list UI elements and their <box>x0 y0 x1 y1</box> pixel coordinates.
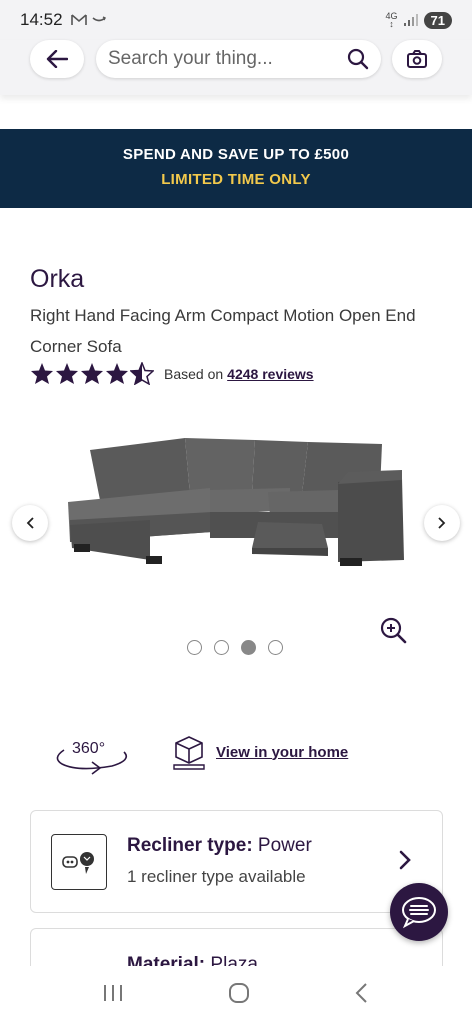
recliner-type-subtitle: 1 recliner type available <box>127 867 306 886</box>
promo-headline: SPEND AND SAVE UP TO £500 <box>122 146 350 163</box>
home-circle-icon <box>228 982 249 1003</box>
star-full-icon <box>106 363 128 384</box>
chevron-right-icon <box>438 517 446 529</box>
chevron-left-icon <box>355 982 368 1003</box>
amazon-icon <box>92 16 106 22</box>
status-time: 14:52 <box>20 10 63 29</box>
chat-button[interactable] <box>390 883 448 941</box>
rating-row: Based on 4248 reviews <box>30 362 314 385</box>
signal-icon <box>403 14 418 26</box>
notification-icons <box>70 14 107 26</box>
ar-box-icon <box>173 736 205 770</box>
carousel-pagination <box>187 640 283 655</box>
search-icon[interactable] <box>347 48 369 70</box>
chevron-left-icon <box>26 517 34 529</box>
arrow-left-icon <box>46 50 68 68</box>
carousel-prev-button[interactable] <box>12 505 48 541</box>
carousel-next-button[interactable] <box>424 505 460 541</box>
visual-search-button[interactable] <box>392 40 442 78</box>
rotate-360-icon: 360° <box>56 740 128 775</box>
star-full-icon <box>81 363 103 384</box>
carousel-dot[interactable] <box>214 640 229 655</box>
view-360-button[interactable]: 360° <box>50 736 134 781</box>
sofa-image <box>68 438 404 566</box>
recliner-icon <box>51 834 107 890</box>
zoom-in-icon <box>380 617 407 644</box>
product-description: Right Hand Facing Arm Compact Motion Ope… <box>30 306 416 356</box>
view-in-home-label[interactable]: View in your home <box>216 744 348 761</box>
network-type: 4G ↕ <box>385 11 398 29</box>
chevron-right-icon <box>398 849 412 876</box>
zoom-button[interactable] <box>380 617 408 650</box>
system-navigation-bar <box>0 966 472 1024</box>
back-nav-button[interactable] <box>354 982 370 1009</box>
search-input[interactable] <box>108 48 328 70</box>
promo-subline: LIMITED TIME ONLY <box>161 171 311 188</box>
carousel-dot[interactable] <box>268 640 283 655</box>
product-image-carousel[interactable] <box>0 420 472 620</box>
star-full-icon <box>31 363 53 384</box>
recliner-type-value: Power <box>252 835 312 856</box>
recent-apps-icon <box>103 984 122 1001</box>
promo-banner[interactable]: SPEND AND SAVE UP TO £500 LIMITED TIME O… <box>0 129 472 208</box>
view-in-home-button[interactable]: View in your home <box>172 733 348 771</box>
status-bar: 14:52 4G ↕ 71 <box>0 0 472 40</box>
reviews-link[interactable]: 4248 reviews <box>227 366 313 382</box>
carousel-dot-active[interactable] <box>241 640 256 655</box>
carousel-dot[interactable] <box>187 640 202 655</box>
battery-indicator: 71 <box>423 11 452 29</box>
product-title: Orka <box>30 265 85 293</box>
recliner-type-label: Recliner type: <box>127 835 253 856</box>
star-half-icon <box>130 362 154 385</box>
star-full-icon <box>56 363 78 384</box>
recent-apps-button[interactable] <box>102 983 124 1008</box>
search-header <box>0 40 472 95</box>
rating-prefix: Based on <box>164 365 224 382</box>
back-button[interactable] <box>30 40 84 78</box>
home-button[interactable] <box>227 981 251 1010</box>
label-360: 360° <box>72 740 105 757</box>
status-right: 4G ↕ 71 <box>385 11 452 29</box>
search-bar[interactable] <box>96 40 381 78</box>
star-rating <box>30 362 154 385</box>
gmail-icon <box>70 14 87 25</box>
recliner-type-card[interactable]: Recliner type: Power 1 recliner type ava… <box>30 810 443 913</box>
chat-bubble-icon <box>402 897 436 929</box>
camera-icon <box>407 50 427 68</box>
recliner-type-title: Recliner type: Power <box>127 835 312 857</box>
